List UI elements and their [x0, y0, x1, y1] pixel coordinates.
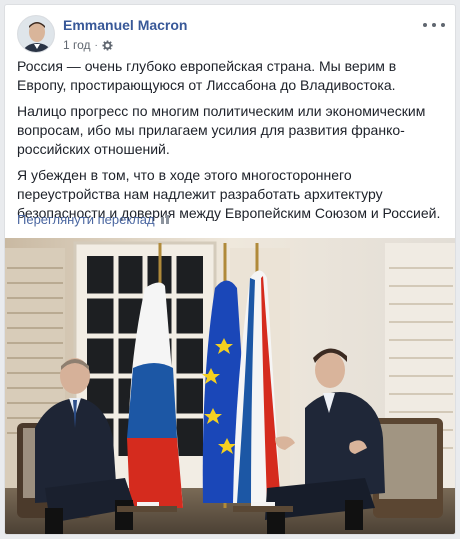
more-dot-icon	[432, 23, 436, 27]
see-translation-link[interactable]: Переглянути переклад	[17, 212, 170, 227]
post-paragraph: Налицо прогресс по многим политическим и…	[17, 103, 426, 157]
post-photo-image	[5, 238, 455, 534]
author-name[interactable]: Emmanuel Macron	[63, 17, 187, 33]
avatar-image	[18, 16, 54, 52]
translate-rating-icon	[160, 215, 169, 224]
gear-icon[interactable]	[102, 39, 113, 51]
post-card: Emmanuel Macron 1 год · Россия — очень г…	[4, 4, 456, 535]
more-dot-icon	[441, 23, 445, 27]
post-paragraph: Россия — очень глубоко европейская стран…	[17, 58, 397, 93]
more-options-button[interactable]	[423, 17, 445, 33]
post-text: Россия — очень глубоко европейская стран…	[17, 57, 447, 230]
see-translation-label: Переглянути переклад	[17, 212, 155, 227]
post-meta: 1 год ·	[63, 38, 113, 52]
post-time[interactable]: 1 год	[63, 38, 91, 52]
post-photo[interactable]	[5, 238, 455, 534]
separator-dot: ·	[94, 39, 98, 51]
avatar[interactable]	[17, 15, 55, 53]
post-header: Emmanuel Macron 1 год ·	[17, 15, 445, 59]
more-dot-icon	[423, 23, 427, 27]
